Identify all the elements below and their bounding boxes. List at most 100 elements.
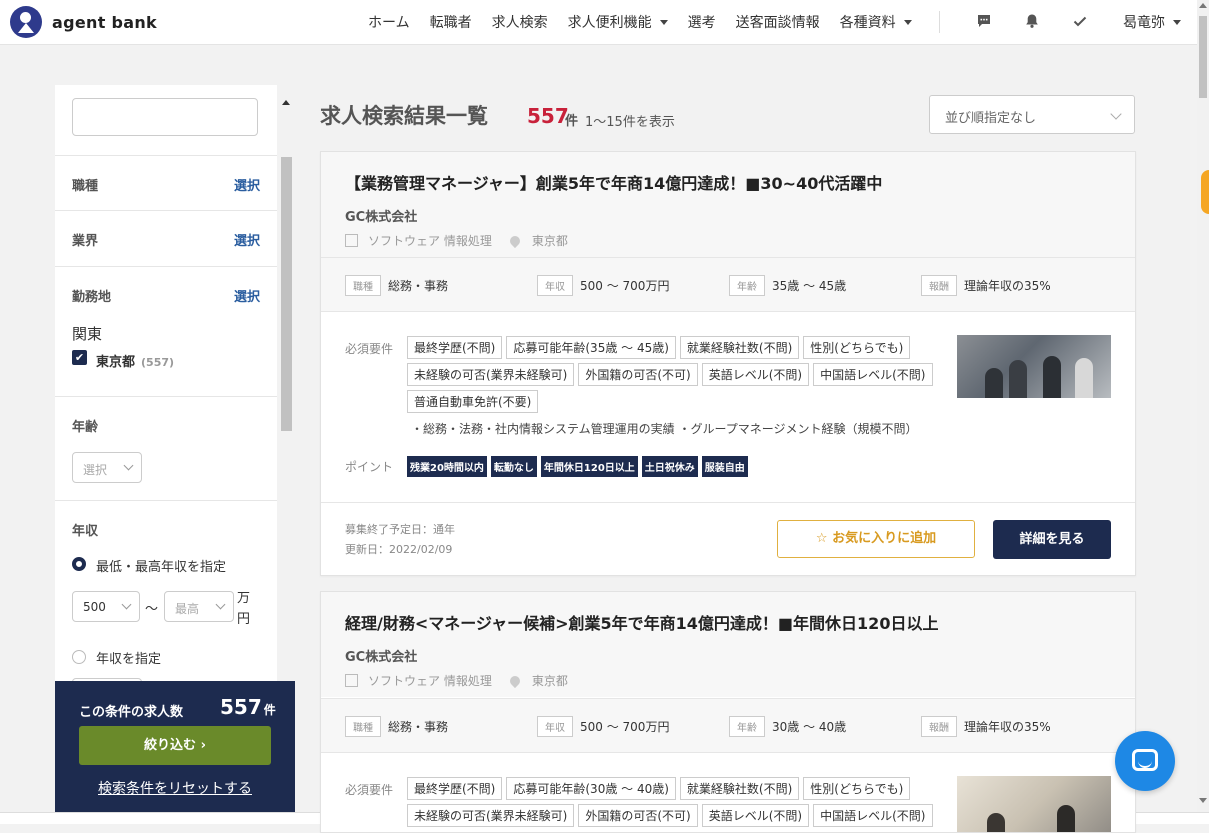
point-tag: 服装自由 — [701, 456, 748, 477]
nav-home-label: ホーム — [368, 15, 410, 31]
industry-label: 業界 — [72, 234, 99, 249]
page-scrollbar-thumb[interactable] — [1199, 16, 1207, 98]
job-photo — [957, 335, 1111, 398]
nav-home[interactable]: ホーム — [368, 12, 410, 32]
view-details-button[interactable]: 詳細を見る — [993, 520, 1111, 559]
apply-filter-button[interactable]: 絞り込む › — [79, 726, 271, 765]
bell-icon[interactable] — [1024, 13, 1040, 29]
job-specs: 職種 総務・事務 年収 500 〜 700万円 年齢 30歳 〜 40歳 報酬 理論年収… — [321, 698, 1135, 753]
job-title[interactable]: 経理/財務<マネージャー候補>創業5年で年商14億円達成！■年間休日120日以上 — [345, 610, 938, 634]
filter-count: 557 件 — [220, 695, 276, 719]
spec-fee: 報酬 理論年収の35% — [921, 275, 1051, 296]
global-nav: ホーム 転職者 求人検索 求人便利機能 選考 送客面談情報 各種資料 — [368, 0, 932, 44]
sidebar-scrollbar[interactable] — [280, 97, 292, 681]
points-label: ポイント — [345, 460, 394, 474]
page-scrollbar[interactable] — [1197, 0, 1209, 812]
job-card: 経理/財務<マネージャー候補>創業5年で年商14億円達成！■年間休日120日以上… — [320, 591, 1136, 833]
industry-text: ソフトウェア 情報処理 — [368, 234, 492, 248]
deadline-text: 募集終了予定日：通年 — [345, 523, 455, 536]
nav-job-tools[interactable]: 求人便利機能 — [568, 12, 668, 32]
job-specs: 職種 総務・事務 年収 500 〜 700万円 年齢 35歳 〜 45歳 報酬 理論年収… — [321, 257, 1135, 312]
point-tag: 年間休日120日以上 — [540, 456, 638, 477]
scroll-up-arrow-icon[interactable] — [282, 100, 290, 105]
salary-range-radio-label[interactable]: 最低・最高年収を指定 — [96, 556, 226, 575]
top-header: agent bank ホーム 転職者 求人検索 求人便利機能 選考 送客面談情報… — [0, 0, 1197, 45]
sort-select-value: 並び順指定なし — [945, 111, 1037, 126]
salary-exact-radio[interactable] — [72, 650, 86, 664]
nav-candidates[interactable]: 転職者 — [430, 12, 472, 32]
job-type-select-link[interactable]: 選択 — [234, 175, 260, 194]
chat-support-button[interactable] — [1115, 731, 1175, 791]
check-icon[interactable] — [1072, 13, 1088, 29]
salary-label: 年収 — [72, 524, 99, 539]
logo-mark-icon — [10, 6, 42, 38]
sidebar-scrollbar-thumb[interactable] — [281, 157, 292, 431]
sort-select[interactable]: 並び順指定なし — [929, 95, 1135, 134]
chevron-down-icon — [121, 599, 132, 610]
age-select[interactable]: 選択 — [72, 452, 142, 483]
requirement-tag: 英語レベル(不問) — [701, 363, 810, 386]
add-favorite-button[interactable]: ☆ お気に入りに追加 — [777, 520, 975, 558]
spec-tag: 職種 — [345, 716, 381, 737]
requirement-tag: 応募可能年齢(30歳 〜 40歳) — [506, 777, 676, 800]
tokyo-checkbox[interactable]: ✔ — [72, 350, 87, 365]
page-title: 求人検索結果一覧 — [320, 104, 488, 128]
location-label: 勤務地 — [72, 290, 112, 305]
point-tag: 土日祝休み — [641, 456, 698, 477]
reset-filters-link[interactable]: 検索条件をリセットする — [55, 778, 295, 798]
chevron-down-icon — [1173, 19, 1181, 25]
user-menu[interactable]: 曷竜弥 — [1123, 12, 1181, 32]
requirement-tag: 中国語レベル(不問) — [813, 804, 933, 827]
spec-value: 500 〜 700万円 — [580, 720, 670, 734]
requirement-tag: 性別(どちらでも) — [803, 777, 911, 800]
results-count-unit: 件 — [565, 114, 579, 129]
spec-value: 30歳 〜 40歳 — [772, 720, 847, 734]
salary-exact-radio-label[interactable]: 年収を指定 — [96, 648, 161, 667]
company-name: GC株式会社 — [345, 650, 418, 665]
job-title[interactable]: 【業務管理マネージャー】創業5年で年商14億円達成！■30~40代活躍中 — [345, 170, 882, 194]
location-select-link[interactable]: 選択 — [234, 286, 260, 305]
filter-job-type: 職種 選択 — [55, 155, 277, 211]
scroll-up-arrow-icon[interactable] — [1199, 3, 1207, 8]
salary-max-value: 最高 — [175, 602, 200, 616]
point-tag: 転勤なし — [490, 456, 537, 477]
results-count: 557 — [527, 104, 569, 128]
nav-documents[interactable]: 各種資料 — [840, 12, 912, 32]
job-meta: ソフトウェア 情報処理 東京都 — [345, 232, 568, 249]
nav-job-search[interactable]: 求人検索 — [492, 12, 548, 32]
location-pin-icon — [507, 673, 522, 688]
location-text: 東京都 — [531, 674, 568, 688]
nav-referral-interviews[interactable]: 送客面談情報 — [736, 12, 820, 32]
keyword-input[interactable] — [72, 98, 258, 136]
requirement-tag: 就業経験社数(不問) — [679, 777, 800, 800]
job-type-label: 職種 — [72, 179, 99, 194]
salary-range-radio[interactable] — [72, 557, 86, 571]
industry-select-link[interactable]: 選択 — [234, 230, 260, 249]
scroll-down-arrow-icon[interactable] — [1199, 798, 1207, 803]
salary-max-select[interactable]: 最高 — [164, 591, 234, 622]
side-widget-tab[interactable] — [1201, 170, 1209, 214]
point-tags: 残業20時間以内 転勤なし 年間休日120日以上 土日祝休み 服装自由 — [407, 456, 752, 477]
requirements-label: 必須要件 — [345, 783, 394, 797]
tokyo-checkbox-label[interactable]: 東京都 (557) — [96, 351, 174, 370]
results-range: 1〜15件を表示 — [585, 115, 675, 130]
spec-value: 理論年収の35% — [964, 720, 1051, 734]
salary-min-select[interactable]: 500 — [72, 591, 140, 622]
salary-min-value: 500 — [83, 600, 106, 614]
spec-tag: 報酬 — [921, 275, 957, 296]
nav-job-search-label: 求人検索 — [491, 15, 548, 31]
industry-text: ソフトウェア 情報処理 — [368, 674, 492, 688]
chevron-right-icon: › — [200, 738, 206, 753]
logo[interactable]: agent bank — [10, 6, 157, 38]
job-card-header: 経理/財務<マネージャー候補>創業5年で年商14億円達成！■年間休日120日以上… — [321, 592, 1135, 697]
nav-selection[interactable]: 選考 — [688, 12, 716, 32]
requirements-text: ・総務・法務・社内情報システム管理運用の実績 ・グループマネージメント経験（規模… — [411, 422, 918, 436]
spec-fee: 報酬 理論年収の35% — [921, 716, 1051, 737]
salary-range-separator: 〜 — [145, 602, 159, 617]
company-name: GC株式会社 — [345, 210, 418, 225]
chat-icon[interactable] — [976, 13, 992, 29]
nav-selection-label: 選考 — [687, 15, 716, 31]
location-pin-icon — [507, 233, 522, 248]
salary-unit: 万円 — [237, 591, 251, 627]
spec-value: 総務・事務 — [388, 720, 449, 734]
